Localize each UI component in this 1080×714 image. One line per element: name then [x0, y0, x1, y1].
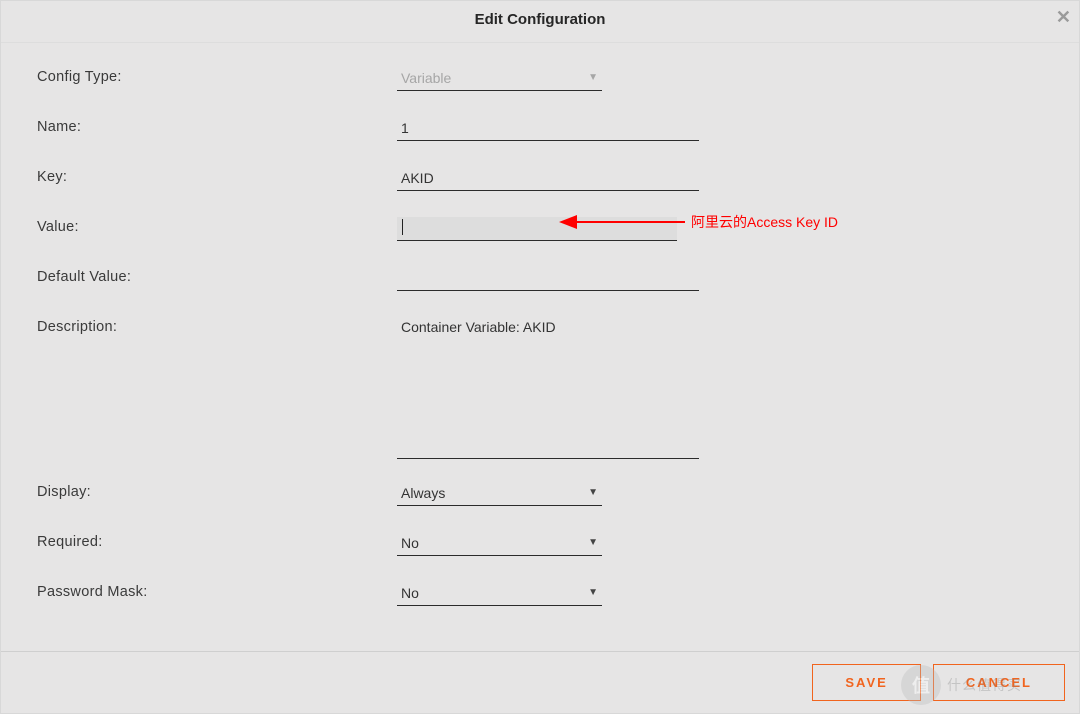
- chevron-down-icon: ▼: [588, 537, 598, 548]
- chevron-down-icon: ▼: [588, 72, 598, 83]
- row-config-type: Config Type: Variable ▼: [37, 67, 1069, 91]
- row-value: Value:: [37, 217, 1069, 241]
- value-input[interactable]: [397, 217, 677, 241]
- modal-title: Edit Configuration: [475, 11, 606, 28]
- label-key: Key:: [37, 167, 397, 185]
- label-required: Required:: [37, 532, 397, 550]
- label-description: Description:: [37, 317, 397, 335]
- chevron-down-icon: ▼: [588, 587, 598, 598]
- password-mask-select[interactable]: No ▼: [397, 582, 602, 606]
- default-value-input[interactable]: [397, 267, 699, 291]
- name-input[interactable]: [397, 117, 699, 141]
- row-password-mask: Password Mask: No ▼: [37, 582, 1069, 606]
- chevron-down-icon: ▼: [588, 487, 598, 498]
- display-select[interactable]: Always ▼: [397, 482, 602, 506]
- modal-header: Edit Configuration ✕: [1, 1, 1079, 43]
- config-type-select: Variable ▼: [397, 67, 602, 91]
- close-icon[interactable]: ✕: [1056, 7, 1071, 28]
- password-mask-value: No: [401, 585, 419, 601]
- label-value: Value:: [37, 217, 397, 235]
- key-input[interactable]: [397, 167, 699, 191]
- save-button[interactable]: SAVE: [812, 664, 920, 701]
- label-password-mask: Password Mask:: [37, 582, 397, 600]
- form-area: Config Type: Variable ▼ Name: Key: V: [1, 43, 1079, 606]
- text-caret: [402, 219, 403, 235]
- description-textarea[interactable]: [397, 317, 699, 459]
- label-display: Display:: [37, 482, 397, 500]
- label-config-type: Config Type:: [37, 67, 397, 85]
- display-value: Always: [401, 485, 445, 501]
- modal-footer: SAVE CANCEL: [1, 651, 1079, 713]
- edit-configuration-modal: Edit Configuration ✕ Config Type: Variab…: [0, 0, 1080, 714]
- cancel-button[interactable]: CANCEL: [933, 664, 1065, 701]
- row-display: Display: Always ▼: [37, 482, 1069, 506]
- row-default-value: Default Value:: [37, 267, 1069, 291]
- row-description: Description:: [37, 317, 1069, 464]
- required-value: No: [401, 535, 419, 551]
- label-name: Name:: [37, 117, 397, 135]
- label-default-value: Default Value:: [37, 267, 397, 285]
- row-name: Name:: [37, 117, 1069, 141]
- config-type-value: Variable: [401, 70, 451, 86]
- row-required: Required: No ▼: [37, 532, 1069, 556]
- row-key: Key:: [37, 167, 1069, 191]
- required-select[interactable]: No ▼: [397, 532, 602, 556]
